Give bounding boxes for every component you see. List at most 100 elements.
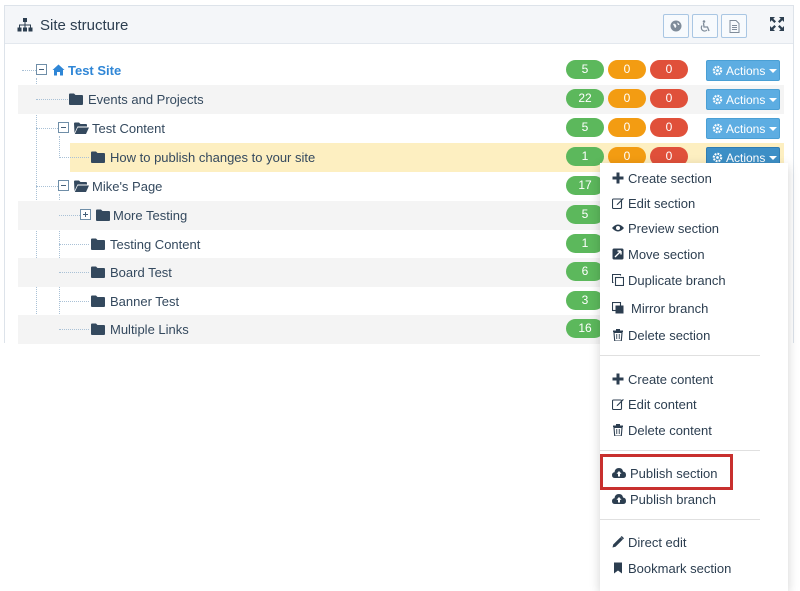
home-icon (52, 64, 65, 76)
tree-line (59, 157, 89, 158)
tree-line (59, 244, 89, 245)
gear-icon (712, 65, 723, 76)
tree-row-events-and-projects[interactable]: Events and Projects 22 0 0 Actions (18, 85, 784, 114)
actions-label: Actions (726, 92, 766, 107)
actions-label: Actions (726, 63, 766, 78)
wheelchair-icon (700, 19, 710, 32)
actions-button[interactable]: Actions (706, 118, 780, 139)
pending-count-badge: 0 (608, 89, 646, 108)
published-count-badge: 1 (566, 234, 604, 253)
menu-duplicate-branch[interactable]: Duplicate branch (612, 270, 726, 290)
menu-item-label: Bookmark section (628, 560, 732, 576)
sitemap-icon (17, 18, 33, 32)
published-count-badge: 1 (566, 147, 604, 166)
trash-icon (613, 424, 623, 436)
folder-icon (91, 238, 105, 250)
folder-icon (91, 295, 105, 307)
cloud-upload-icon (612, 494, 626, 504)
tree-line (36, 99, 68, 100)
folder-open-icon (74, 122, 89, 134)
document-button[interactable] (721, 14, 747, 38)
actions-button[interactable]: Actions (706, 60, 780, 81)
folder-icon (91, 266, 105, 278)
published-count-badge: 16 (566, 319, 604, 338)
actions-dropdown-menu: Create section Edit section Preview sect… (600, 163, 788, 591)
menu-publish-section[interactable]: Publish section (612, 463, 717, 483)
move-icon (612, 248, 624, 260)
tree-line (59, 272, 89, 273)
accessibility-button[interactable] (692, 14, 718, 38)
tree-item-label[interactable]: Mike's Page (92, 179, 162, 194)
chevron-down-icon (769, 68, 778, 73)
document-icon (729, 19, 739, 33)
tree-item-label[interactable]: Test Content (92, 121, 165, 136)
panel-header: Site structure (5, 6, 793, 44)
menu-edit-section[interactable]: Edit section (612, 193, 695, 213)
expand-toggle[interactable] (80, 209, 91, 220)
error-count-badge: 0 (650, 89, 688, 108)
menu-delete-section[interactable]: Delete section (612, 325, 710, 345)
tree-item-label[interactable]: Board Test (110, 265, 172, 280)
expand-icon[interactable] (769, 16, 785, 32)
menu-bookmark-section[interactable]: Bookmark section (612, 558, 731, 578)
tree-line (22, 70, 36, 71)
menu-edit-content[interactable]: Edit content (612, 394, 697, 414)
edit-icon (612, 399, 624, 410)
menu-move-section[interactable]: Move section (612, 244, 705, 264)
bookmark-icon (614, 562, 622, 574)
panel-title: Site structure (40, 17, 129, 34)
tree-row-test-content[interactable]: Test Content 5 0 0 Actions (18, 114, 784, 143)
error-count-badge: 0 (650, 60, 688, 79)
plus-icon (612, 373, 624, 385)
tree-item-label[interactable]: How to publish changes to your site (110, 150, 315, 165)
menu-item-label: Direct edit (628, 534, 687, 550)
folder-icon (91, 151, 105, 163)
folder-icon (96, 209, 110, 221)
folder-open-icon (74, 180, 89, 192)
chevron-down-icon (769, 126, 778, 131)
pending-count-badge: 0 (608, 60, 646, 79)
tree-item-label[interactable]: Banner Test (110, 294, 179, 309)
collapse-toggle[interactable] (36, 64, 47, 75)
gear-icon (712, 94, 723, 105)
tree-line (36, 128, 58, 129)
menu-item-label: Preview section (628, 220, 720, 236)
tree-item-label[interactable]: Multiple Links (110, 322, 189, 337)
menu-item-label: Edit content (628, 396, 697, 412)
tree-item-label[interactable]: Test Site (68, 63, 121, 78)
collapse-toggle[interactable] (58, 122, 69, 133)
tree-item-label[interactable]: Testing Content (110, 237, 200, 252)
menu-publish-branch[interactable]: Publish branch (612, 489, 716, 509)
menu-item-label: Delete section (628, 327, 711, 343)
menu-direct-edit[interactable]: Direct edit (612, 532, 687, 552)
globe-button[interactable] (663, 14, 689, 38)
published-count-badge: 5 (566, 118, 604, 137)
menu-delete-content[interactable]: Delete content (612, 420, 712, 440)
trash-icon (613, 329, 623, 341)
published-count-badge: 5 (566, 60, 604, 79)
menu-create-content[interactable]: Create content (612, 369, 713, 389)
chevron-down-icon (769, 155, 778, 160)
tree-line (36, 186, 58, 187)
pencil-icon (612, 536, 624, 548)
cloud-upload-icon (612, 468, 626, 478)
menu-create-section[interactable]: Create section (612, 168, 712, 188)
folder-icon (69, 93, 83, 105)
menu-divider (600, 450, 760, 451)
tree-item-label[interactable]: Events and Projects (88, 92, 204, 107)
collapse-toggle[interactable] (58, 180, 69, 191)
menu-preview-section[interactable]: Preview section (612, 218, 719, 238)
tree-item-label[interactable]: More Testing (113, 208, 187, 223)
menu-divider (600, 355, 760, 356)
actions-button[interactable]: Actions (706, 89, 780, 110)
tree-line (59, 329, 89, 330)
published-count-badge: 5 (566, 205, 604, 224)
tree-row-test-site[interactable]: Test Site 5 0 0 Actions (18, 56, 784, 85)
actions-label: Actions (726, 121, 766, 136)
menu-item-label: Move section (628, 246, 705, 262)
menu-item-label: Publish section (630, 465, 718, 481)
menu-mirror-branch[interactable]: Mirror branch (612, 298, 708, 318)
tree-line (59, 301, 89, 302)
menu-divider (600, 519, 760, 520)
folder-icon (91, 323, 105, 335)
